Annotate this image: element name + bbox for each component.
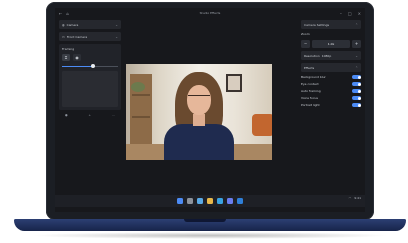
camera-settings-title: Camera Settings bbox=[304, 22, 330, 27]
wall-frame-shape bbox=[226, 74, 242, 92]
close-icon[interactable]: × bbox=[358, 11, 361, 16]
minimize-icon[interactable]: – bbox=[340, 11, 342, 16]
dot-icon[interactable]: ● bbox=[65, 113, 68, 117]
preview-thumbnail-area bbox=[62, 71, 118, 107]
effect-toggle[interactable] bbox=[352, 89, 361, 93]
person-neck-shape bbox=[193, 114, 205, 126]
shelf-board-shape bbox=[132, 94, 150, 96]
device-icon: ▭ bbox=[62, 34, 65, 39]
start-icon[interactable] bbox=[177, 198, 183, 204]
zoom-label: Zoom bbox=[301, 32, 310, 36]
effect-row: Portrait light bbox=[301, 103, 361, 107]
person-glasses-shape bbox=[188, 95, 210, 101]
zoom-controls: − 1.0x + bbox=[301, 39, 361, 48]
device-dropdown[interactable]: ▭ Front Camera ⌄ bbox=[59, 32, 121, 41]
crop-icon[interactable]: ⌗ bbox=[62, 54, 70, 61]
chevron-up-icon: ⌃ bbox=[355, 22, 358, 27]
chevron-down-icon: ⌄ bbox=[355, 53, 358, 58]
system-tray: ◠ 9:41 bbox=[349, 196, 361, 200]
shelf-board-shape bbox=[132, 116, 150, 118]
window-title: Studio Effects bbox=[199, 11, 221, 15]
chair-shape bbox=[252, 114, 272, 136]
resolution-value: 1080p bbox=[321, 53, 332, 58]
clock[interactable]: 9:41 bbox=[354, 196, 361, 200]
person-body-shape bbox=[164, 124, 234, 160]
camera-dropdown[interactable]: ◍ Camera ⌄ bbox=[59, 20, 121, 29]
title-bar: ← ⌂ Studio Effects – □ × bbox=[55, 8, 365, 18]
left-panel: ◍ Camera ⌄ ▭ Front Camera ⌄ Framing ⌗ ◉ … bbox=[59, 20, 121, 140]
laptop-screen: ← ⌂ Studio Effects – □ × ◍ Camera ⌄ ▭ Fr… bbox=[55, 8, 365, 212]
store-icon[interactable] bbox=[227, 198, 233, 204]
widgets-icon[interactable] bbox=[197, 198, 203, 204]
zoom-out-button[interactable]: − bbox=[301, 39, 310, 48]
resolution-label: Resolution bbox=[304, 53, 320, 58]
effects-title: Effects bbox=[304, 65, 315, 70]
effect-label: Background blur bbox=[301, 75, 326, 79]
laptop-shadow bbox=[30, 232, 390, 239]
effect-label: Eye contact bbox=[301, 82, 319, 86]
camera-preview bbox=[126, 64, 272, 160]
right-panel: Camera Settings ⌃ Zoom − 1.0x + Resoluti… bbox=[301, 20, 361, 206]
chevron-down-icon: ⌄ bbox=[115, 34, 118, 39]
zoom-value: 1.0x bbox=[312, 39, 350, 48]
maximize-icon[interactable]: □ bbox=[348, 11, 352, 16]
camera-settings-header[interactable]: Camera Settings ⌃ bbox=[301, 20, 361, 29]
window-controls: – □ × bbox=[340, 11, 361, 16]
effects-header[interactable]: Effects ⌃ bbox=[301, 63, 361, 72]
person-icon[interactable]: ◉ bbox=[73, 54, 81, 61]
search-icon[interactable] bbox=[187, 198, 193, 204]
folder-icon[interactable] bbox=[207, 198, 213, 204]
effect-row: Eye contact bbox=[301, 82, 361, 86]
laptop-hinge-notch bbox=[184, 219, 226, 222]
camera-dropdown-label: Camera bbox=[66, 22, 79, 27]
chevron-up-icon: ⌃ bbox=[355, 65, 358, 70]
effect-row: Auto framing bbox=[301, 89, 361, 93]
zoom-row: Zoom bbox=[301, 32, 361, 36]
framing-panel: Framing ⌗ ◉ bbox=[59, 44, 121, 110]
effect-toggle[interactable] bbox=[352, 96, 361, 100]
framing-slider[interactable] bbox=[62, 64, 118, 68]
effect-row: Voice focus bbox=[301, 96, 361, 100]
framing-title: Framing bbox=[62, 47, 75, 51]
effect-label: Portrait light bbox=[301, 103, 320, 107]
device-dropdown-label: Front Camera bbox=[66, 34, 88, 39]
taskbar bbox=[55, 195, 365, 207]
slider-fill bbox=[62, 65, 93, 67]
left-panel-footer: ● + ⋯ bbox=[59, 113, 121, 117]
browser-icon[interactable] bbox=[217, 198, 223, 204]
plant-shape bbox=[131, 82, 145, 92]
wifi-icon[interactable]: ◠ bbox=[349, 196, 352, 200]
effect-toggle[interactable] bbox=[352, 75, 361, 79]
resolution-dropdown[interactable]: Resolution 1080p ⌄ bbox=[301, 51, 361, 60]
chevron-down-icon: ⌄ bbox=[115, 22, 118, 27]
zoom-in-button[interactable]: + bbox=[352, 39, 361, 48]
mail-icon[interactable] bbox=[237, 198, 243, 204]
effect-toggle[interactable] bbox=[352, 82, 361, 86]
effect-label: Auto framing bbox=[301, 89, 321, 93]
add-icon[interactable]: + bbox=[89, 113, 92, 117]
camera-icon: ◍ bbox=[62, 22, 65, 27]
effect-label: Voice focus bbox=[301, 96, 318, 100]
framing-tools: ⌗ ◉ bbox=[62, 54, 118, 61]
slider-knob[interactable] bbox=[90, 64, 95, 68]
effect-toggle[interactable] bbox=[352, 103, 361, 107]
effect-row: Background blur bbox=[301, 75, 361, 79]
more-icon[interactable]: ⋯ bbox=[112, 113, 115, 117]
